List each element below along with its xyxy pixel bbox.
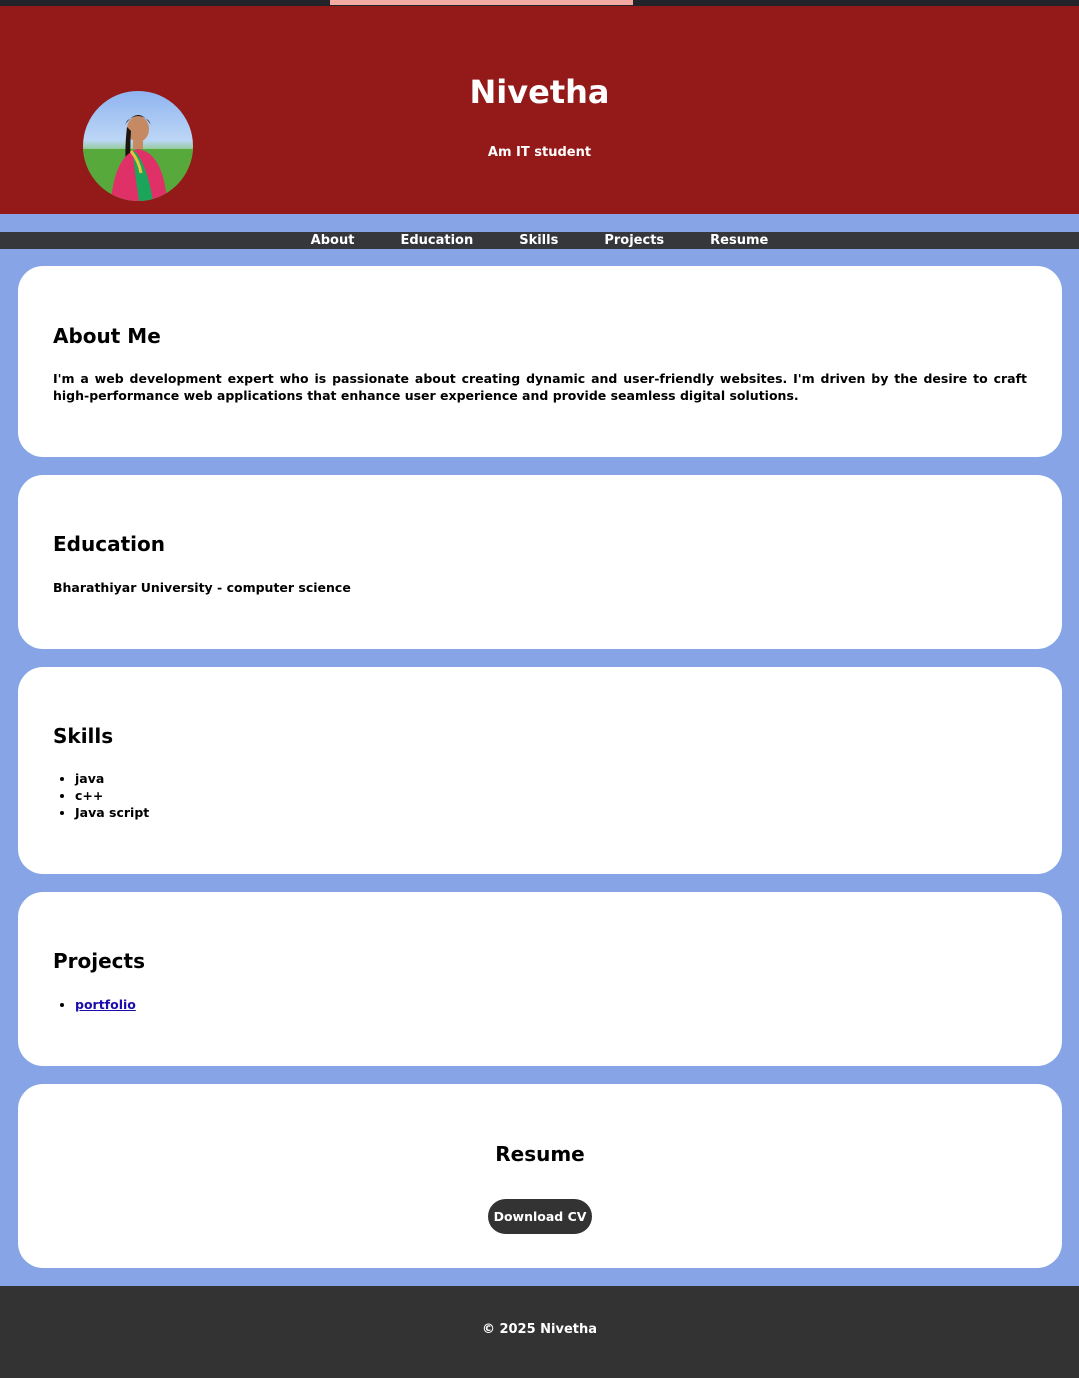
projects-heading: Projects xyxy=(53,949,146,973)
skills-list: java c++ Java script xyxy=(75,770,149,821)
project-link-portfolio[interactable]: portfolio xyxy=(75,997,136,1012)
main-nav: About Education Skills Projects Resume xyxy=(0,232,1079,249)
nav-resume[interactable]: Resume xyxy=(710,232,768,249)
list-item: portfolio xyxy=(75,996,136,1013)
nav-projects[interactable]: Projects xyxy=(604,232,664,249)
footer-copyright: © 2025 Nivetha xyxy=(481,1322,598,1337)
projects-card: Projects portfolio xyxy=(18,892,1062,1066)
projects-list: portfolio xyxy=(75,996,136,1013)
nav-skills[interactable]: Skills xyxy=(519,232,558,249)
list-item: java xyxy=(75,770,149,787)
site-title: Nivetha xyxy=(469,73,610,111)
resume-card: Resume Download CV xyxy=(18,1084,1062,1268)
site-header: Nivetha Am IT student xyxy=(0,6,1079,214)
resume-heading: Resume xyxy=(495,1142,585,1166)
skills-heading: Skills xyxy=(53,724,114,748)
site-footer: © 2025 Nivetha xyxy=(0,1286,1079,1378)
nav-education[interactable]: Education xyxy=(400,232,473,249)
about-card: About Me I'm a web development expert wh… xyxy=(18,266,1062,457)
list-item: c++ xyxy=(75,787,149,804)
education-heading: Education xyxy=(53,532,165,556)
about-heading: About Me xyxy=(53,324,161,348)
download-cv-button[interactable]: Download CV xyxy=(488,1199,592,1234)
skills-card: Skills java c++ Java script xyxy=(18,667,1062,874)
education-text: Bharathiyar University - computer scienc… xyxy=(53,580,351,595)
top-accent-bar xyxy=(330,0,633,5)
education-card: Education Bharathiyar University - compu… xyxy=(18,475,1062,649)
list-item: Java script xyxy=(75,804,149,821)
nav-about[interactable]: About xyxy=(311,232,355,249)
about-text: I'm a web development expert who is pass… xyxy=(53,371,1027,403)
site-subtitle: Am IT student xyxy=(487,145,592,160)
